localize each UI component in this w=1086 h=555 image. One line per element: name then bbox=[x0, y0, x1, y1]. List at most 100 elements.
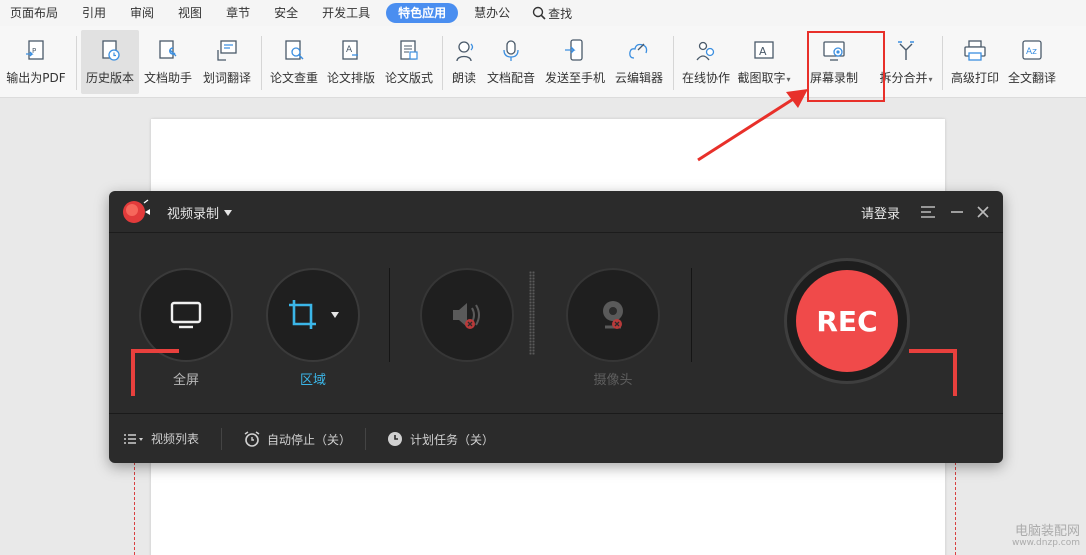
tool-label: 拆分合并▾ bbox=[879, 71, 933, 85]
recorder-bottom-bar: 视频列表 自动停止（关） 计划任务（关） bbox=[109, 413, 1003, 463]
camera-button[interactable] bbox=[566, 268, 660, 362]
menu-review[interactable]: 审阅 bbox=[118, 3, 166, 23]
split-merge-icon bbox=[898, 41, 914, 60]
tool-history[interactable]: 历史版本 bbox=[81, 30, 139, 94]
minimize-icon bbox=[951, 211, 963, 213]
close-button[interactable] bbox=[974, 203, 992, 221]
monitor-icon bbox=[170, 301, 202, 329]
schedule-task-button[interactable]: 计划任务（关） bbox=[386, 430, 494, 448]
pointer-arrow-icon bbox=[697, 89, 808, 162]
video-list-button[interactable]: 视频列表 bbox=[123, 430, 199, 447]
pdf-export-icon: P bbox=[26, 40, 44, 60]
tool-split-merge[interactable]: 拆分合并▾ bbox=[874, 30, 938, 94]
selection-corner-top-left[interactable] bbox=[131, 349, 179, 396]
doc-assistant-icon bbox=[159, 40, 177, 59]
tool-label: 论文查重 bbox=[269, 71, 318, 85]
tool-full-translate[interactable]: Az 全文翻译 bbox=[1003, 30, 1061, 94]
tool-label: 全文翻译 bbox=[1007, 71, 1056, 85]
tool-label: 云编辑器 bbox=[614, 71, 663, 85]
svg-text:A: A bbox=[759, 45, 767, 58]
paper-check-icon bbox=[285, 40, 304, 60]
menu-security[interactable]: 安全 bbox=[262, 3, 310, 23]
recorder-titlebar: 视频录制 请登录 bbox=[109, 191, 1003, 233]
translate-word-icon bbox=[217, 40, 237, 61]
toolbar-divider bbox=[442, 36, 443, 90]
menu-smart-office[interactable]: 慧办公 bbox=[462, 3, 522, 23]
menu-dev-tools[interactable]: 开发工具 bbox=[310, 3, 382, 23]
menu-page-layout[interactable]: 页面布局 bbox=[10, 3, 70, 23]
auto-stop-label: 自动停止（关） bbox=[267, 432, 352, 447]
toolbar-divider bbox=[76, 36, 77, 90]
menu-search[interactable]: 查找 bbox=[522, 5, 582, 22]
tool-paper-format[interactable]: 论文版式 bbox=[380, 30, 438, 94]
tool-label: 文档助手 bbox=[143, 71, 192, 85]
audio-button[interactable] bbox=[420, 268, 514, 362]
collaborate-icon bbox=[696, 41, 715, 61]
bottom-divider bbox=[365, 428, 366, 450]
tool-advanced-print[interactable]: 高级打印 bbox=[947, 30, 1003, 94]
voice-over-icon bbox=[503, 40, 519, 61]
minimize-button[interactable] bbox=[948, 203, 966, 221]
menu-view[interactable]: 视图 bbox=[166, 3, 214, 23]
region-mode-button[interactable] bbox=[266, 268, 360, 362]
tool-read-aloud[interactable]: 朗读 bbox=[447, 30, 481, 94]
svg-text:A: A bbox=[346, 45, 353, 55]
menu-button[interactable] bbox=[919, 203, 937, 221]
full-translate-icon: Az bbox=[1022, 40, 1042, 60]
speaker-muted-icon bbox=[453, 303, 480, 329]
menu-search-label: 查找 bbox=[548, 6, 573, 21]
tool-cloud-editor[interactable]: 云编辑器 bbox=[609, 30, 669, 94]
menu-reference[interactable]: 引用 bbox=[70, 3, 118, 23]
menu-special-apps[interactable]: 特色应用 bbox=[386, 3, 459, 23]
video-list-label: 视频列表 bbox=[151, 432, 200, 446]
ribbon-toolbar: P 输出为PDF 历史版本 文档助手 划词翻译 论文查重 A 论文排版 论文版式… bbox=[0, 26, 1086, 98]
recorder-divider bbox=[691, 268, 692, 362]
watermark: 电脑装配网 www.dnzp.com bbox=[1012, 524, 1080, 549]
close-icon bbox=[977, 206, 989, 218]
search-icon bbox=[532, 6, 546, 20]
record-mode-label: 视频录制 bbox=[167, 207, 220, 222]
history-icon bbox=[102, 40, 120, 61]
caret-down-icon bbox=[331, 312, 339, 318]
tool-voice-over[interactable]: 文档配音 bbox=[481, 30, 541, 94]
menu-chapter[interactable]: 章节 bbox=[214, 3, 262, 23]
tool-label: 论文版式 bbox=[384, 71, 433, 85]
record-button[interactable]: REC bbox=[796, 270, 898, 372]
audio-level-meter bbox=[529, 271, 535, 355]
auto-stop-button[interactable]: 自动停止（关） bbox=[243, 430, 351, 448]
tool-label: 高级打印 bbox=[950, 71, 999, 85]
login-link[interactable]: 请登录 bbox=[861, 203, 900, 222]
tool-doc-assistant[interactable]: 文档助手 bbox=[139, 30, 197, 94]
svg-text:Az: Az bbox=[1026, 47, 1037, 57]
schedule-task-label: 计划任务（关） bbox=[410, 432, 495, 447]
tool-label: 文档配音 bbox=[486, 71, 535, 85]
tool-label: 输出为PDF bbox=[6, 71, 66, 85]
clock-icon bbox=[388, 432, 402, 446]
tool-paper-check[interactable]: 论文查重 bbox=[266, 30, 322, 94]
selection-corner-top-right[interactable] bbox=[909, 349, 957, 396]
tool-export-pdf[interactable]: P 输出为PDF bbox=[0, 30, 72, 94]
record-mode-dropdown[interactable]: 视频录制 bbox=[167, 203, 233, 222]
paper-layout-icon: A bbox=[342, 40, 358, 60]
caret-down-icon bbox=[224, 209, 233, 216]
tool-paper-layout[interactable]: A 论文排版 bbox=[322, 30, 380, 94]
cloud-editor-icon bbox=[629, 43, 648, 59]
tool-label: 发送至手机 bbox=[544, 71, 605, 85]
tool-label: 论文排版 bbox=[326, 71, 375, 85]
toolbar-divider bbox=[261, 36, 262, 90]
alarm-clock-icon bbox=[244, 431, 260, 447]
tool-word-translate[interactable]: 划词翻译 bbox=[197, 30, 257, 94]
bottom-divider bbox=[221, 428, 222, 450]
tool-label: 朗读 bbox=[451, 71, 476, 85]
camera-label: 摄像头 bbox=[593, 373, 633, 388]
fullscreen-mode-button[interactable] bbox=[139, 268, 233, 362]
tool-label: 历史版本 bbox=[85, 71, 134, 85]
ocr-icon: A bbox=[754, 41, 774, 59]
recorder-divider bbox=[389, 268, 390, 362]
menu-lines-icon bbox=[921, 206, 935, 218]
tool-send-phone[interactable]: 发送至手机 bbox=[541, 30, 609, 94]
send-phone-icon bbox=[565, 39, 583, 61]
recorder-logo-icon bbox=[123, 199, 150, 223]
print-icon bbox=[964, 40, 986, 61]
paper-format-icon bbox=[400, 40, 418, 60]
